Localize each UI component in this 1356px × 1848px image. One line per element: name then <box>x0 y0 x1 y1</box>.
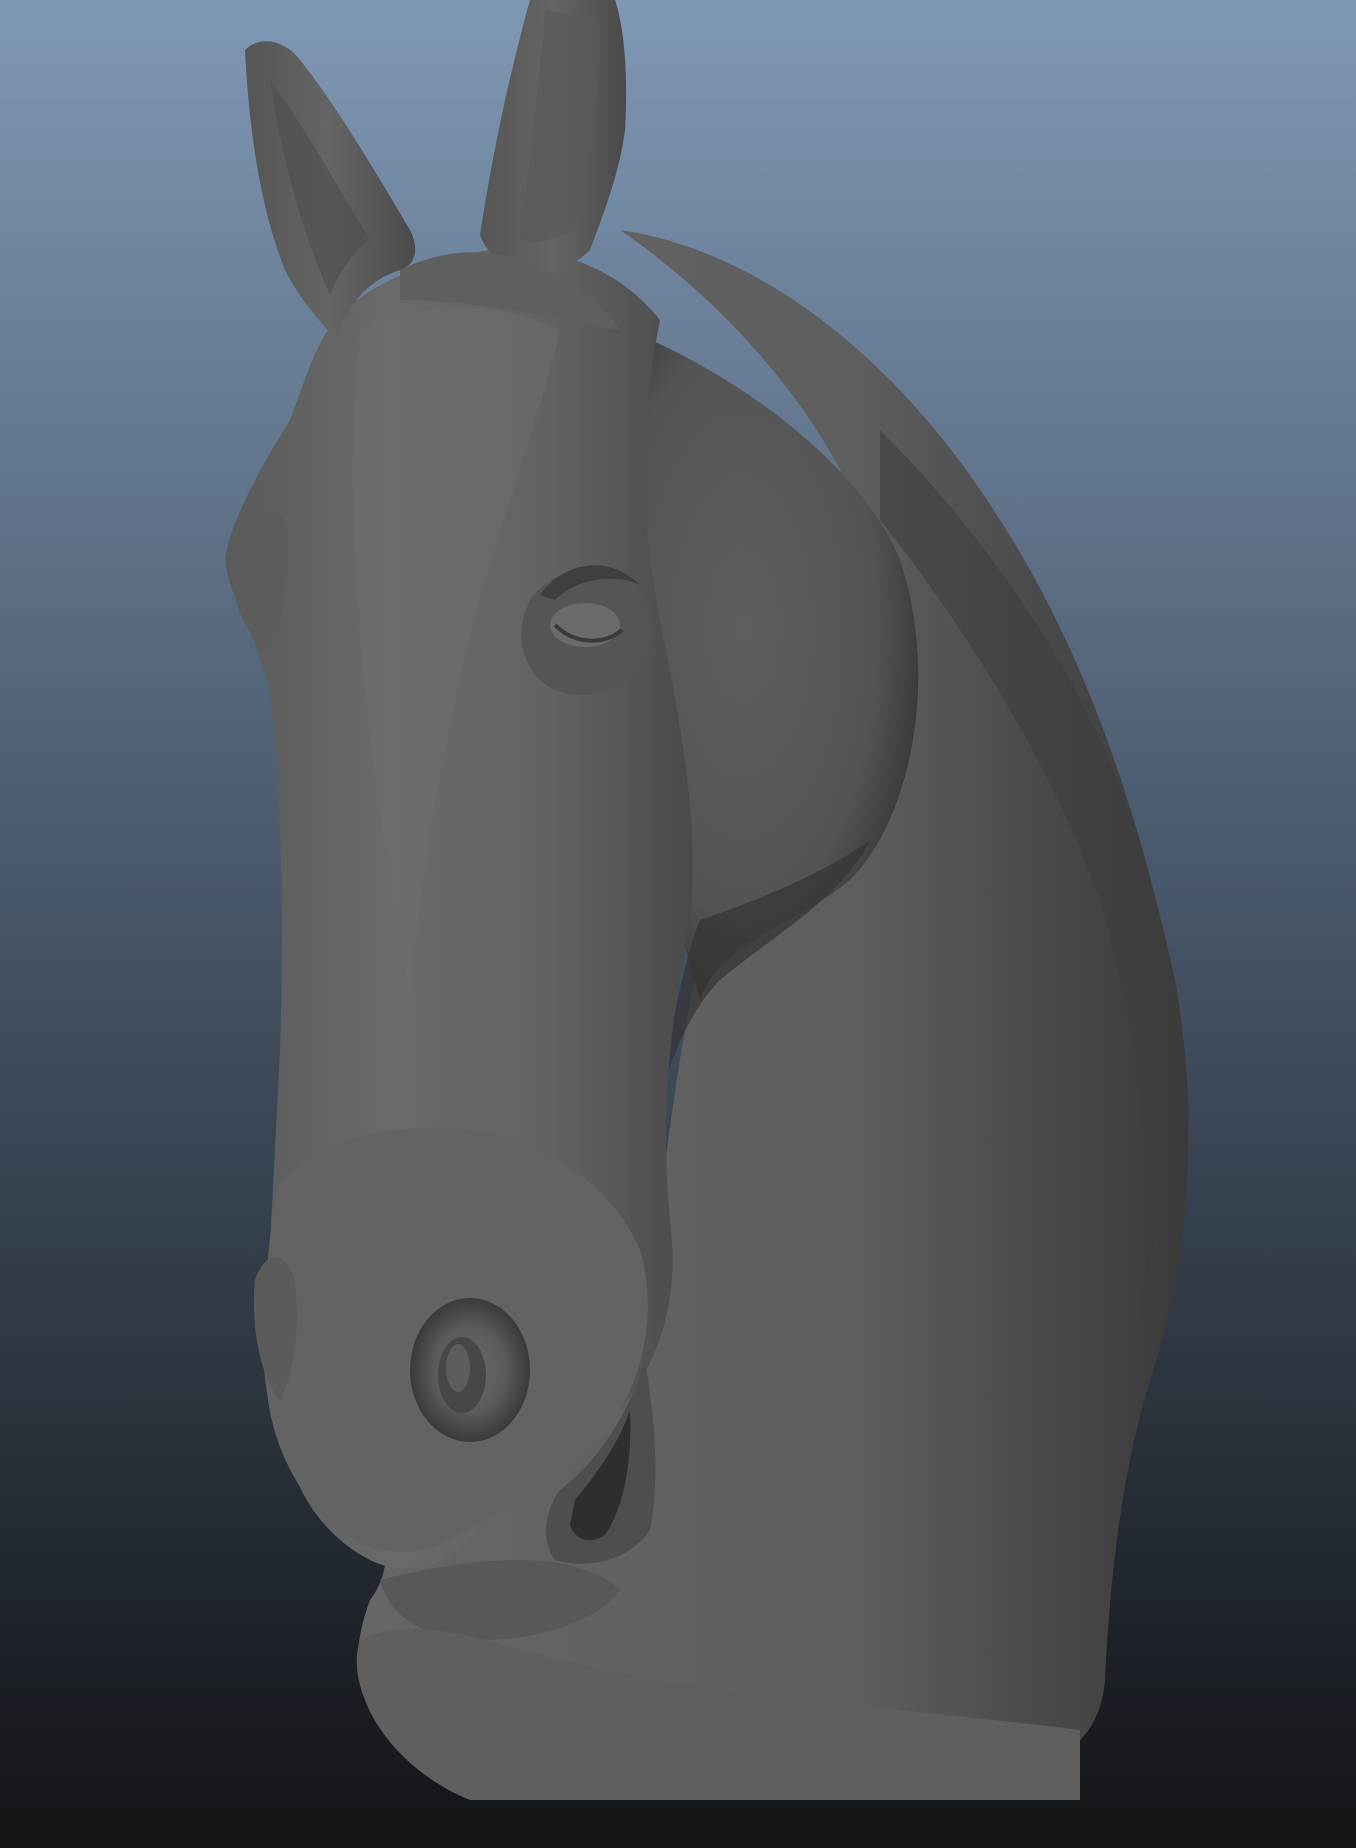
3d-viewport[interactable] <box>0 0 1356 1848</box>
nostril-inner-highlight <box>446 1344 470 1392</box>
horse-head-model[interactable] <box>0 0 1356 1848</box>
